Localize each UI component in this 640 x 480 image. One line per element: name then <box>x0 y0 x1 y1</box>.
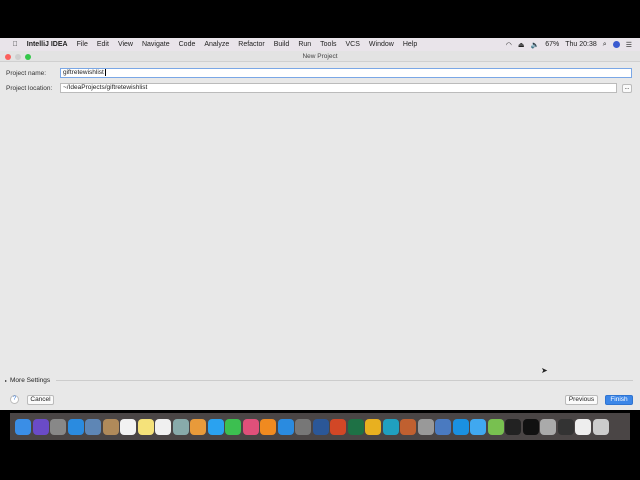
dock-window-icon[interactable] <box>575 418 591 435</box>
notification-center-icon[interactable]: ☰ <box>626 41 632 49</box>
app-menu[interactable]: IntelliJ IDEA <box>22 41 72 48</box>
menu-build[interactable]: Build <box>269 41 294 48</box>
dock-activity-icon[interactable] <box>435 418 451 435</box>
menu-file[interactable]: File <box>72 41 92 48</box>
title-bar: New Project <box>0 51 640 62</box>
dock-photo-viewer-icon[interactable] <box>172 418 189 435</box>
dock-calendar-icon[interactable] <box>120 418 136 435</box>
menu-run[interactable]: Run <box>294 41 316 48</box>
dock-intellij-icon[interactable] <box>505 418 521 435</box>
cancel-button[interactable]: Cancel <box>27 395 54 405</box>
zoom-button[interactable] <box>25 53 31 60</box>
dock-trash-icon[interactable] <box>592 418 609 435</box>
dock-excel-icon[interactable] <box>347 418 364 435</box>
dock-skype-2-icon[interactable] <box>470 418 486 435</box>
menu-window[interactable]: Window <box>364 41 398 48</box>
dock-messages-icon[interactable] <box>207 418 224 435</box>
divider <box>56 380 633 381</box>
apple-menu-icon[interactable]:  <box>8 41 22 48</box>
finish-button[interactable]: Finish <box>605 395 633 405</box>
clock[interactable]: Thu 20:38 <box>565 41 597 48</box>
dock-word-icon[interactable] <box>312 418 329 435</box>
menu-edit[interactable]: Edit <box>92 41 113 48</box>
project-name-value: giftretewishlist <box>63 69 104 76</box>
menu-code[interactable]: Code <box>174 41 200 48</box>
new-project-dialog: New Project Project name: giftretewishli… <box>0 51 640 410</box>
spotlight-icon[interactable]: ⌕ <box>603 41 607 49</box>
dock-ibooks-icon[interactable] <box>260 418 276 435</box>
project-name-label: Project name: <box>6 69 47 77</box>
close-button[interactable] <box>5 53 11 60</box>
menu-tools[interactable]: Tools <box>316 41 341 48</box>
dock-safari-icon[interactable] <box>67 418 84 435</box>
disclosure-triangle-icon: ▸ <box>5 378 8 383</box>
dock-system-preferences-icon[interactable] <box>295 418 311 435</box>
dock-preview-icon[interactable] <box>85 418 101 435</box>
siri-icon[interactable] <box>612 41 620 48</box>
dock-contacts-icon[interactable] <box>102 418 119 435</box>
menu-analyze[interactable]: Analyze <box>200 41 234 48</box>
window-title: New Project <box>302 53 338 60</box>
minimize-button[interactable] <box>15 53 21 60</box>
dock <box>10 413 630 440</box>
menu-view[interactable]: View <box>113 41 137 48</box>
dock-keynote-icon[interactable] <box>400 418 416 435</box>
project-name-input[interactable]: giftretewishlist <box>60 68 632 78</box>
help-button[interactable]: ? <box>10 395 19 404</box>
menu-navigate[interactable]: Navigate <box>137 41 174 48</box>
dock-outlook-icon[interactable] <box>365 418 381 435</box>
dock-skype-icon[interactable] <box>452 418 469 435</box>
dock-photos-icon[interactable] <box>190 418 206 435</box>
wifi-icon[interactable]: ◠ <box>506 41 512 49</box>
dock-terminal-icon[interactable] <box>522 418 539 435</box>
dock-itunes-icon[interactable] <box>242 418 259 435</box>
dock-finder-icon[interactable] <box>15 418 31 435</box>
eject-icon[interactable]: ⏏ <box>518 41 525 49</box>
dock-notes-icon[interactable] <box>137 418 154 435</box>
dock-disk-utility-icon[interactable] <box>540 418 556 435</box>
dock-siri-icon[interactable] <box>32 418 49 435</box>
dock-powerpoint-icon[interactable] <box>330 418 346 435</box>
more-settings-label: More Settings <box>10 377 51 384</box>
menu-vcs[interactable]: VCS <box>341 41 364 48</box>
browse-button[interactable]: ... <box>622 84 632 93</box>
dock-reminders-icon[interactable] <box>155 418 171 435</box>
dock-c-app-icon[interactable] <box>382 418 399 435</box>
dock-app-store-icon[interactable] <box>277 418 294 435</box>
dock-launchpad-icon[interactable] <box>50 418 66 435</box>
dock-facetime-icon[interactable] <box>225 418 241 435</box>
project-location-label: Project location: <box>6 84 53 92</box>
previous-button[interactable]: Previous <box>565 395 598 405</box>
dock-script-editor-icon[interactable] <box>417 418 434 435</box>
more-settings-toggle[interactable]: ▸ More Settings <box>5 377 633 384</box>
volume-icon[interactable]: 🔈 <box>531 41 540 49</box>
menu-help[interactable]: Help <box>398 41 421 48</box>
menu-refactor[interactable]: Refactor <box>234 41 269 48</box>
project-location-input[interactable]: ~/IdeaProjects/giftretewishlist <box>60 83 617 93</box>
menu-bar:  IntelliJ IDEA FileEditViewNavigateCode… <box>0 38 640 51</box>
dock-android-studio-icon[interactable] <box>487 418 504 435</box>
dock-folder-icon[interactable] <box>557 418 574 435</box>
battery-status[interactable]: 67% <box>545 41 559 48</box>
mouse-cursor-icon: ➤ <box>541 366 548 375</box>
